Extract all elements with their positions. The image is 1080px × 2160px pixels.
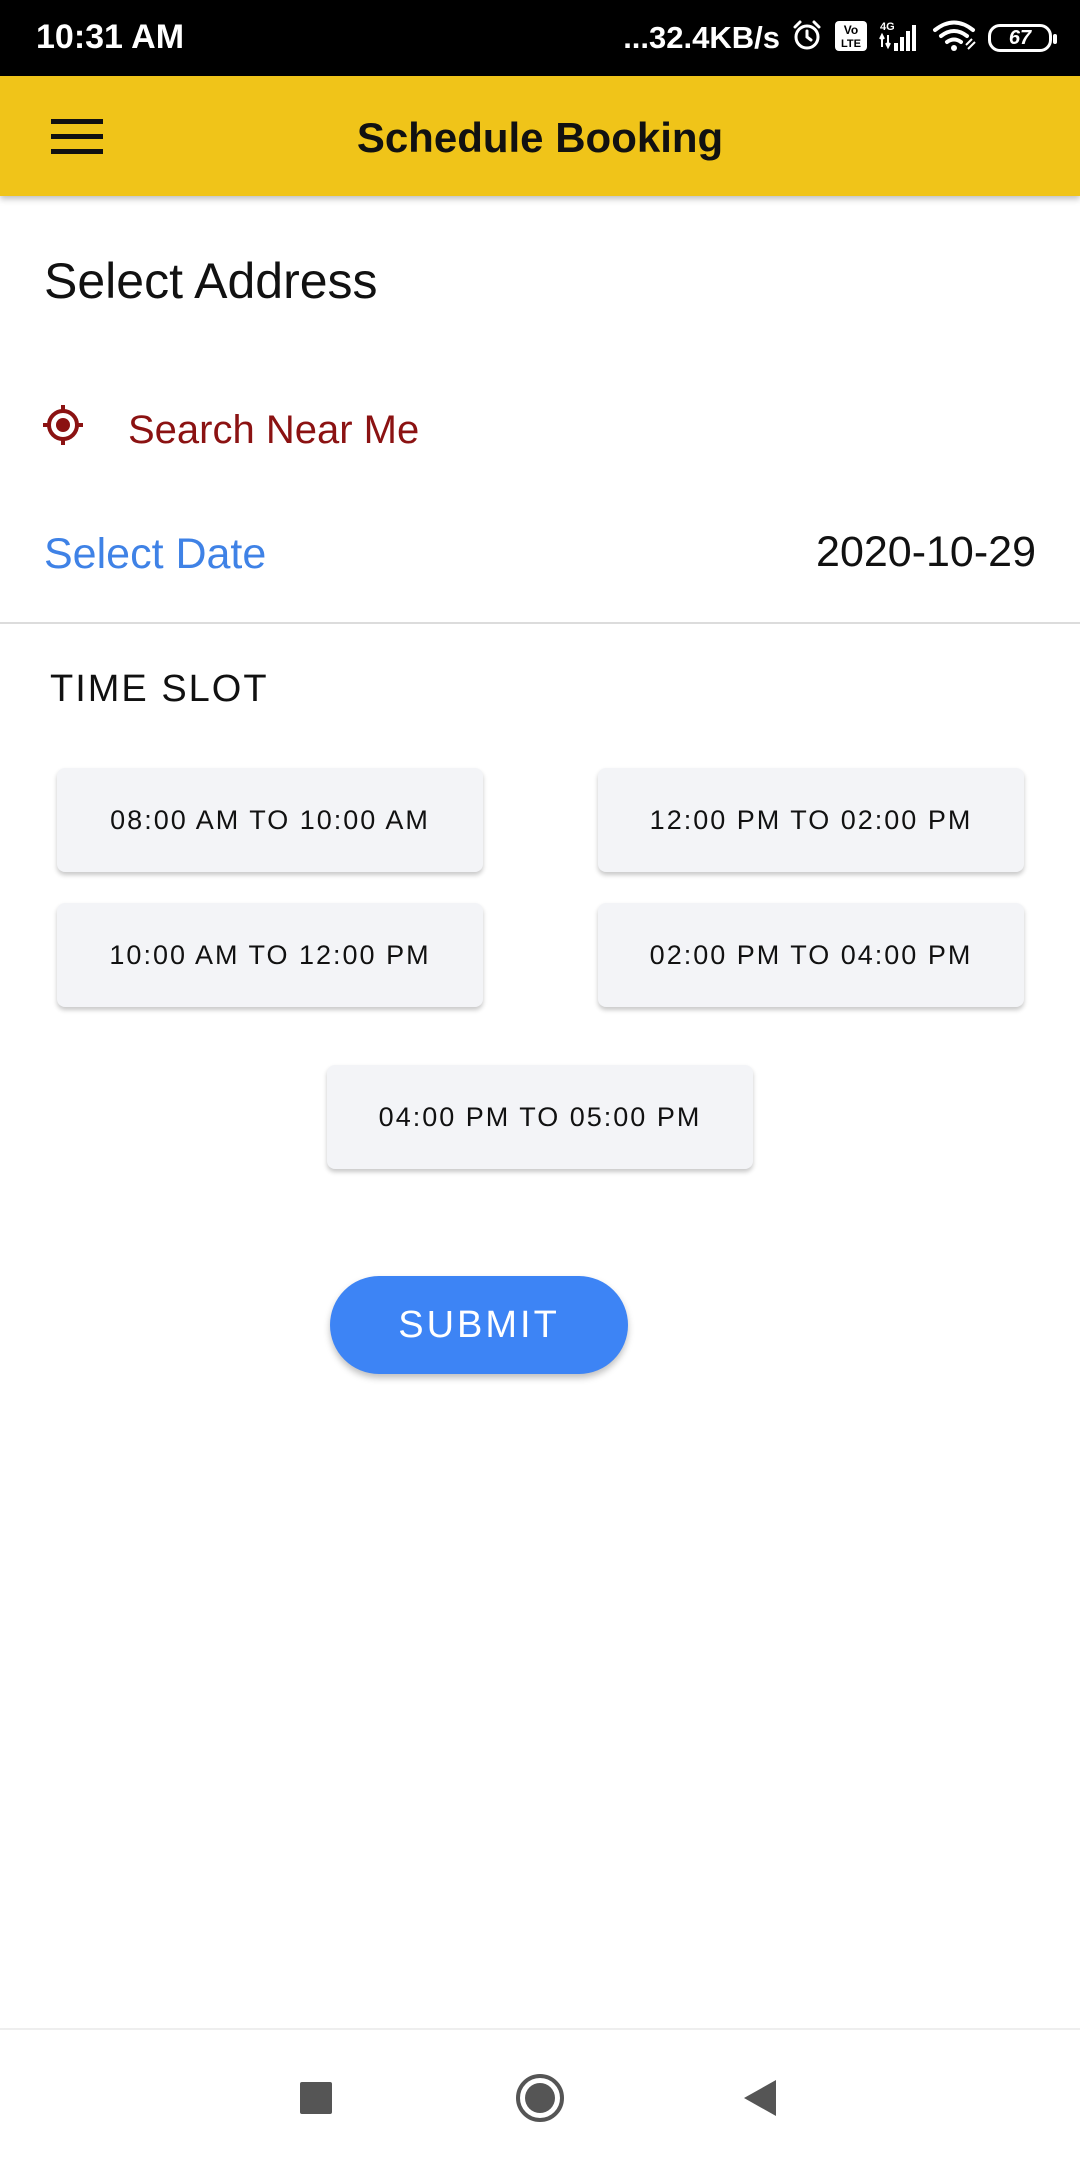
time-slot-button[interactable]: 08:00 AM TO 10:00 AM [57, 768, 483, 872]
battery-icon: 67 [988, 24, 1057, 52]
selected-date: 2020-10-29 [816, 528, 1036, 576]
svg-text:4G: 4G [880, 21, 895, 33]
select-address-title: Select Address [44, 253, 378, 309]
home-icon[interactable] [508, 2066, 572, 2130]
time-slot-button[interactable]: 12:00 PM TO 02:00 PM [598, 768, 1024, 872]
search-near-me-button[interactable]: Search Near Me [42, 404, 419, 456]
submit-button[interactable]: SUBMIT [330, 1276, 628, 1374]
divider [0, 622, 1080, 624]
search-near-me-label: Search Near Me [128, 407, 420, 452]
recent-apps-icon[interactable] [284, 2066, 348, 2130]
time-slot-button[interactable]: 04:00 PM TO 05:00 PM [327, 1065, 753, 1169]
alarm-icon [790, 19, 824, 58]
time-slot-button[interactable]: 10:00 AM TO 12:00 PM [57, 903, 483, 1007]
status-icons: ...32.4KB/s Vo LTE 4G 67 [623, 14, 1057, 62]
network-speed: ...32.4KB/s [623, 20, 780, 55]
back-icon[interactable] [728, 2066, 792, 2130]
signal-4g-icon: 4G [878, 19, 922, 58]
select-date-button[interactable]: Select Date [44, 530, 266, 579]
status-bar: 10:31 AM ...32.4KB/s Vo LTE 4G 67 [0, 0, 1080, 76]
app-bar: Schedule Booking [0, 76, 1080, 196]
svg-text:Vo: Vo [844, 23, 858, 37]
time-slot-title: TIME SLOT [50, 668, 269, 710]
wifi-icon [932, 19, 978, 58]
screen: 10:31 AM ...32.4KB/s Vo LTE 4G 67 Schedu… [0, 0, 1080, 2160]
svg-text:LTE: LTE [841, 38, 861, 50]
page-title: Schedule Booking [356, 114, 724, 161]
status-time: 10:31 AM [36, 18, 185, 56]
time-slot-button[interactable]: 02:00 PM TO 04:00 PM [598, 903, 1024, 1007]
target-location-icon [42, 404, 84, 456]
volte-icon: Vo LTE [834, 20, 868, 57]
navigation-bar [0, 2028, 1080, 2160]
